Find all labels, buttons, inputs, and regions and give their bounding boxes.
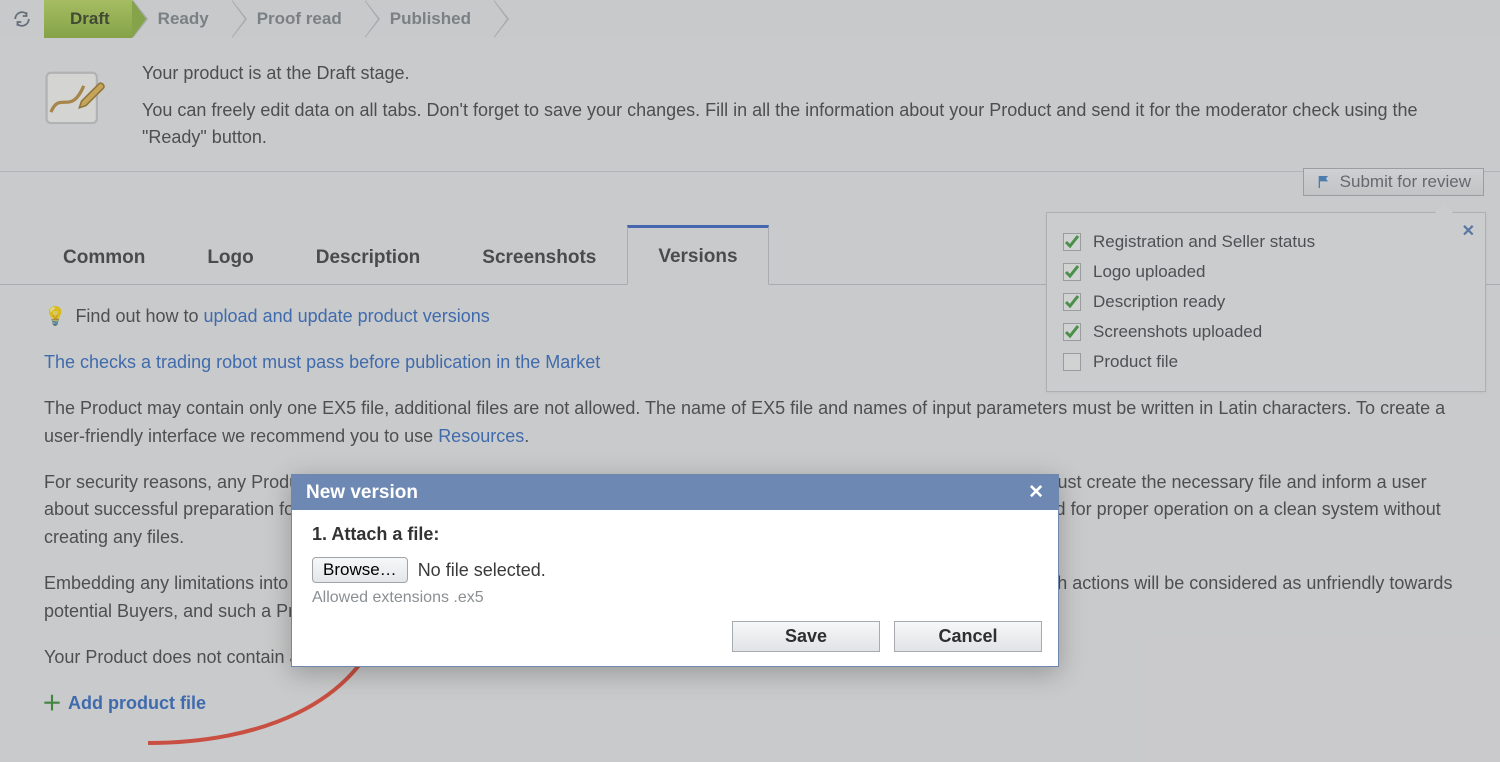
checkbox-unchecked-icon xyxy=(1063,353,1081,371)
stage-label: Proof read xyxy=(257,9,342,29)
checklist-item: Registration and Seller status xyxy=(1063,227,1467,257)
checklist-label: Registration and Seller status xyxy=(1093,232,1315,252)
resources-link[interactable]: Resources xyxy=(438,426,524,446)
no-file-selected: No file selected. xyxy=(418,560,546,581)
paragraph-ex5: The Product may contain only one EX5 fil… xyxy=(44,395,1456,451)
checkbox-checked-icon xyxy=(1063,293,1081,311)
checklist-item: Logo uploaded xyxy=(1063,257,1467,287)
workflow-stages: Draft Ready Proof read Published xyxy=(0,0,1500,38)
checklist-item: Description ready xyxy=(1063,287,1467,317)
stage-proofread[interactable]: Proof read xyxy=(231,0,364,38)
checks-link[interactable]: The checks a trading robot must pass bef… xyxy=(44,352,600,372)
allowed-extensions: Allowed extensions .ex5 xyxy=(312,589,1038,607)
tab-screenshots[interactable]: Screenshots xyxy=(451,228,627,285)
submit-for-review-button[interactable]: Submit for review xyxy=(1303,168,1484,196)
new-version-dialog: New version ✕ 1. Attach a file: Browse… … xyxy=(291,474,1059,667)
bulb-icon: 💡 xyxy=(44,303,66,331)
notice-line2: You can freely edit data on all tabs. Do… xyxy=(142,97,1464,151)
checklist-item: Product file xyxy=(1063,347,1467,377)
stage-notice: Your product is at the Draft stage. You … xyxy=(0,38,1500,172)
stage-label: Ready xyxy=(158,9,209,29)
stage-label: Published xyxy=(390,9,471,29)
checklist-label: Product file xyxy=(1093,352,1178,372)
tab-description[interactable]: Description xyxy=(285,228,452,285)
step-attach-file: 1. Attach a file: xyxy=(312,524,1038,545)
flag-icon xyxy=(1316,174,1332,190)
draft-icon xyxy=(36,60,114,138)
tab-logo[interactable]: Logo xyxy=(176,228,284,285)
checklist-item: Screenshots uploaded xyxy=(1063,317,1467,347)
plus-icon: ＋ xyxy=(44,696,60,712)
add-file-label: Add product file xyxy=(68,690,206,718)
browse-button[interactable]: Browse… xyxy=(312,557,408,583)
checklist-label: Logo uploaded xyxy=(1093,262,1206,282)
submit-button-label: Submit for review xyxy=(1340,172,1471,192)
stage-published[interactable]: Published xyxy=(364,0,493,38)
upload-versions-link[interactable]: upload and update product versions xyxy=(204,306,490,326)
close-icon[interactable]: ✕ xyxy=(1462,221,1475,241)
checkbox-checked-icon xyxy=(1063,233,1081,251)
cancel-button[interactable]: Cancel xyxy=(894,621,1042,652)
checkbox-checked-icon xyxy=(1063,263,1081,281)
review-checklist: ✕ Registration and Seller status Logo up… xyxy=(1046,212,1486,392)
checklist-label: Description ready xyxy=(1093,292,1225,312)
refresh-icon[interactable] xyxy=(0,0,44,38)
tab-common[interactable]: Common xyxy=(32,228,176,285)
notice-line1: Your product is at the Draft stage. xyxy=(142,60,1464,87)
tab-versions[interactable]: Versions xyxy=(627,225,768,285)
checklist-label: Screenshots uploaded xyxy=(1093,322,1262,342)
dialog-titlebar: New version ✕ xyxy=(292,475,1058,510)
checkbox-checked-icon xyxy=(1063,323,1081,341)
notice-text: Your product is at the Draft stage. You … xyxy=(142,60,1464,161)
dialog-close-icon[interactable]: ✕ xyxy=(1028,481,1044,504)
dialog-title: New version xyxy=(306,482,418,504)
stage-draft[interactable]: Draft xyxy=(44,0,132,38)
add-product-file-button[interactable]: ＋ Add product file xyxy=(44,690,206,718)
save-button[interactable]: Save xyxy=(732,621,880,652)
stage-label: Draft xyxy=(70,9,110,29)
